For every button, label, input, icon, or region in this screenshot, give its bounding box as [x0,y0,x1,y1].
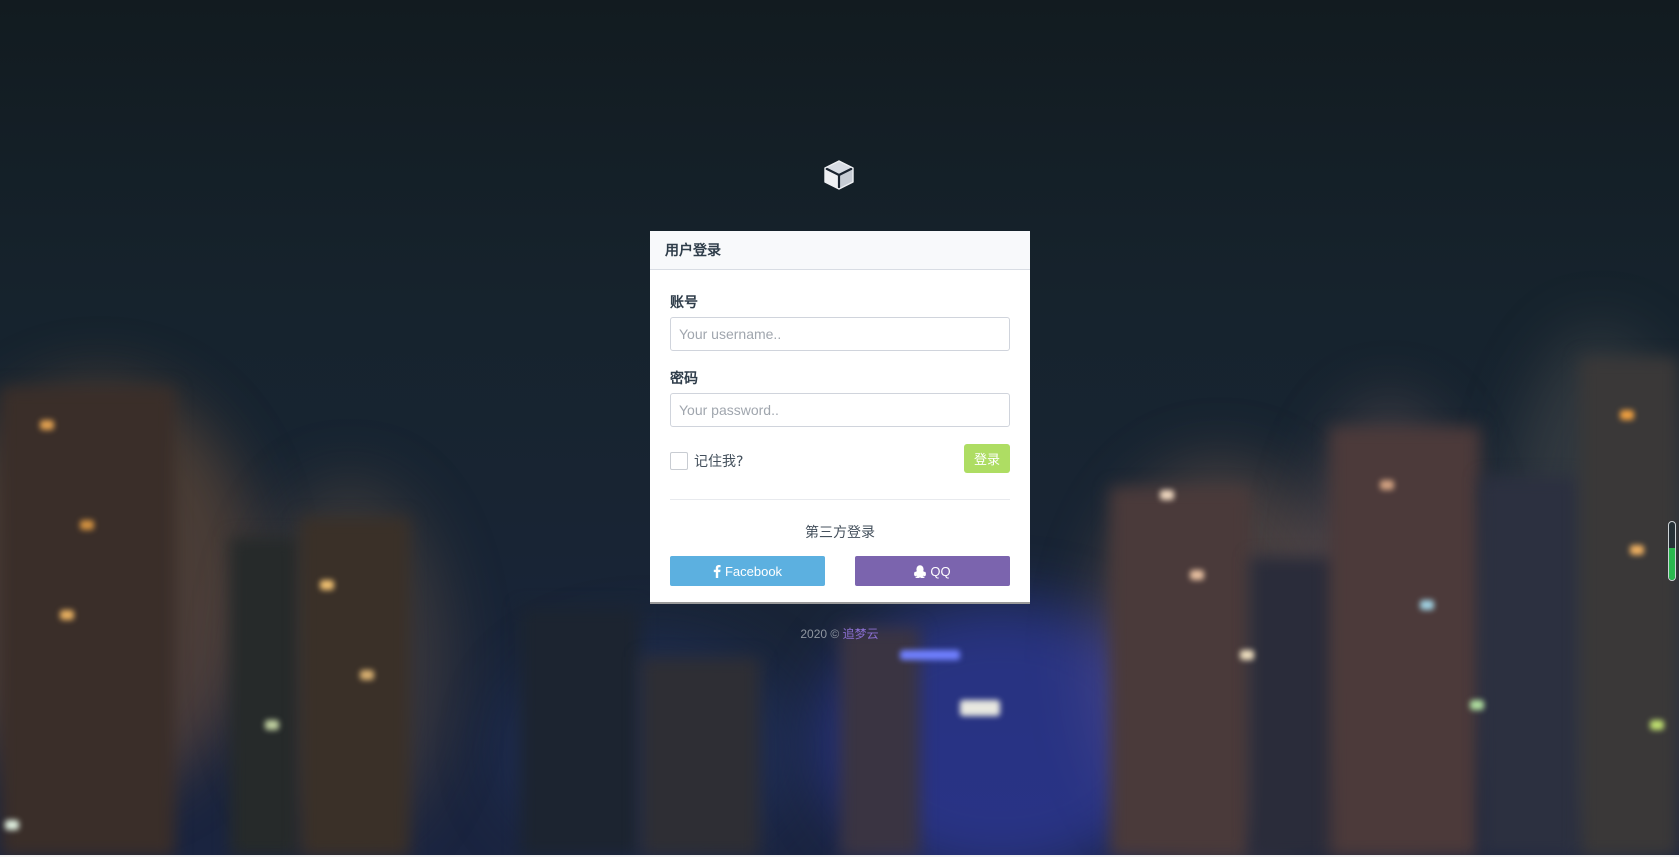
qq-penguin-icon [914,564,927,578]
facebook-label: Facebook [724,563,783,579]
footer-copyright: 2020 © [800,627,840,641]
login-card-header: 用户登录 [650,231,1030,270]
remember-checkbox[interactable] [670,452,688,470]
login-card: 用户登录 账号 密码 记住我? 登录 第三方登录 Facebook QQ [650,231,1030,604]
facebook-icon [713,564,721,578]
divider [670,499,1010,500]
password-input[interactable] [670,393,1010,427]
remember-label[interactable]: 记住我? [694,451,743,471]
cube-icon [824,160,854,190]
footer-site-link[interactable]: 追梦云 [843,627,879,641]
qq-login-button[interactable]: QQ [855,556,1010,586]
login-title: 用户登录 [665,243,721,259]
footer: 2020 © 追梦云 [0,625,1679,642]
scroll-progress-indicator[interactable] [1668,521,1676,581]
username-input[interactable] [670,317,1010,351]
remember-me[interactable]: 记住我? [670,451,743,471]
qq-label: QQ [930,563,951,579]
facebook-login-button[interactable]: Facebook [670,556,825,586]
password-label: 密码 [670,371,698,387]
scroll-progress-fill [1669,548,1675,580]
third-party-title: 第三方登录 [805,525,875,541]
username-label: 账号 [670,295,698,311]
login-button[interactable]: 登录 [964,444,1010,473]
